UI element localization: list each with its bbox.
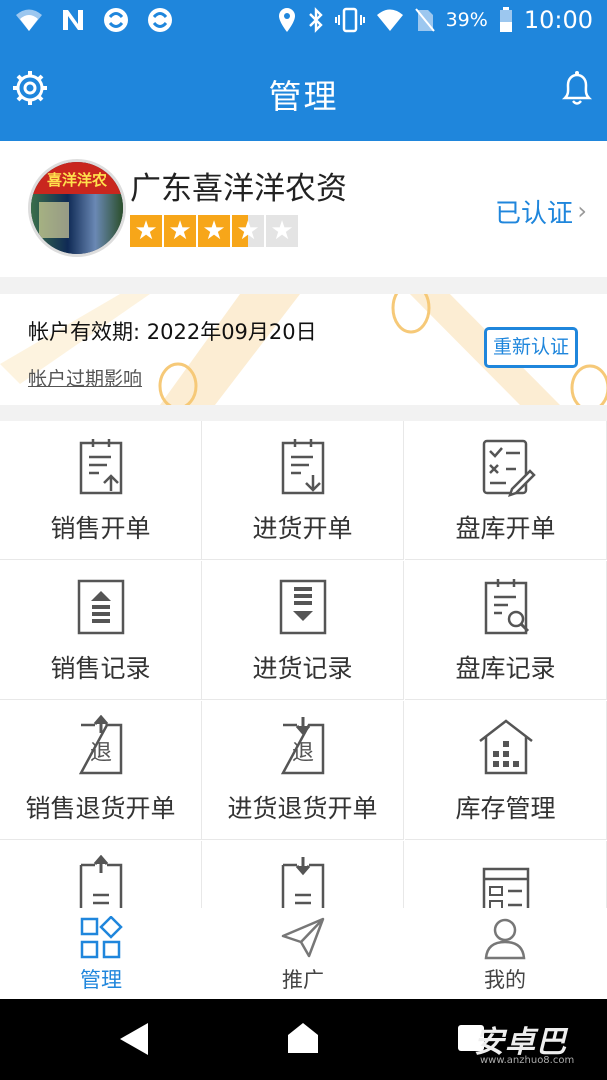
bottom-tab-bar: 管理 推广 我的 [0, 908, 607, 999]
tab-manage[interactable]: 管理 [0, 908, 202, 999]
grid-item[interactable]: 库存管理 [405, 701, 607, 840]
grid-item-label: 进货开单 [252, 514, 353, 543]
svg-text:退: 退 [292, 741, 314, 766]
doc-list-up-icon [71, 854, 131, 908]
shop-avatar: 喜洋洋农 [28, 159, 126, 257]
return-up-icon: 退 [71, 714, 131, 779]
grid-item-label: 盘库记录 [455, 654, 556, 683]
avatar-light [39, 202, 69, 238]
watermark-url: www.anzhuo8.com [480, 1055, 575, 1066]
status-left-icons [14, 6, 174, 34]
grid-item[interactable] [202, 841, 404, 908]
tab-promote[interactable]: 推广 [202, 908, 404, 999]
tab-label: 我的 [484, 968, 526, 992]
tab-label: 管理 [80, 968, 122, 992]
grid-item-label: 销售退货开单 [25, 794, 176, 823]
notification-bell-icon[interactable] [557, 68, 597, 108]
grid-item[interactable]: 进货记录 [202, 561, 404, 700]
return-down-icon: 退 [273, 715, 333, 779]
grid-item[interactable]: 退进货退货开单 [202, 701, 404, 840]
chevron-right-icon: › [577, 197, 587, 225]
function-grid: 销售开单 进货开单 盘库开单 销售记录 进货记录 盘库记录退销售退货开单退进货退货开单 库存… [0, 421, 607, 908]
grid-item[interactable]: 进货开单 [202, 421, 404, 560]
grid-item[interactable]: 盘库开单 [405, 421, 607, 560]
star-icon: ★ [266, 215, 298, 247]
grid-item[interactable] [405, 841, 607, 908]
no-sim-icon [414, 8, 435, 32]
avatar-sign-text: 喜洋洋农 [31, 162, 123, 194]
grid-item[interactable]: 退销售退货开单 [0, 701, 202, 840]
vibrate-icon [334, 7, 365, 33]
clock: 10:00 [523, 6, 593, 34]
account-validity-text: 帐户有效期: 2022年09月20日 [28, 320, 317, 344]
grid-diamond-icon [79, 915, 123, 960]
grid-item[interactable]: 销售记录 [0, 561, 202, 700]
paper-plane-icon [281, 916, 325, 960]
sync-icon-2 [148, 8, 172, 32]
rating-stars: ★ ★ ★ ★ ★ [130, 215, 298, 247]
wifi-question-icon [16, 9, 42, 31]
grid-item[interactable]: 盘库记录 [405, 561, 607, 700]
page-title: 管理 [268, 77, 339, 116]
form-icon [476, 855, 536, 908]
checklist-edit-icon [476, 435, 536, 499]
doc-list-down-icon [273, 855, 333, 908]
grid-item-label: 销售记录 [50, 654, 151, 683]
grid-item-label: 盘库开单 [455, 514, 556, 543]
doc-upload-icon [71, 435, 131, 499]
status-bar: 39% 10:00 [0, 0, 607, 42]
expiry-impact-link[interactable]: 帐户过期影响 [28, 364, 142, 391]
account-validity-card: 帐户有效期: 2022年09月20日 帐户过期影响 重新认证 [0, 294, 607, 405]
grid-item-label: 销售开单 [50, 514, 151, 543]
doc-download-icon [273, 435, 333, 499]
grid-item-label: 进货退货开单 [227, 794, 378, 823]
tab-mine[interactable]: 我的 [404, 908, 606, 999]
star-icon: ★ [164, 215, 196, 247]
warehouse-icon [476, 715, 536, 779]
shop-name: 广东喜洋洋农资 [130, 171, 347, 207]
battery-icon [499, 7, 512, 32]
reauth-button[interactable]: 重新认证 [484, 327, 578, 368]
star-icon: ★ [232, 215, 264, 247]
doc-search-icon [476, 575, 536, 639]
sync-icon [104, 8, 128, 32]
status-right-icons: 39% 10:00 [277, 6, 593, 34]
wifi-icon [376, 9, 403, 31]
grid-item[interactable]: 销售开单 [0, 421, 202, 560]
back-icon[interactable] [118, 1021, 152, 1057]
grid-item-label: 进货记录 [252, 654, 353, 683]
svg-text:退: 退 [90, 741, 112, 766]
location-icon [278, 8, 295, 32]
home-icon[interactable] [286, 1021, 320, 1055]
grid-item[interactable] [0, 841, 202, 908]
tab-label: 推广 [282, 968, 324, 992]
n-notification-icon [63, 10, 83, 30]
system-nav-bar: 安卓巴 www.anzhuo8.com [0, 999, 607, 1080]
bluetooth-icon [308, 7, 323, 33]
shop-profile-card[interactable]: 喜洋洋农 广东喜洋洋农资 ★ ★ ★ ★ ★ 已认证 › [0, 141, 607, 277]
battery-percent: 39% [445, 9, 488, 31]
doc-arrow-up-icon [71, 575, 131, 639]
grid-item-label: 库存管理 [455, 794, 556, 823]
verified-status[interactable]: 已认证 [495, 193, 573, 230]
user-icon [483, 916, 527, 960]
app-bar: 管理 [0, 42, 607, 141]
star-icon: ★ [130, 215, 162, 247]
doc-arrow-down-icon [273, 575, 333, 639]
star-icon: ★ [198, 215, 230, 247]
